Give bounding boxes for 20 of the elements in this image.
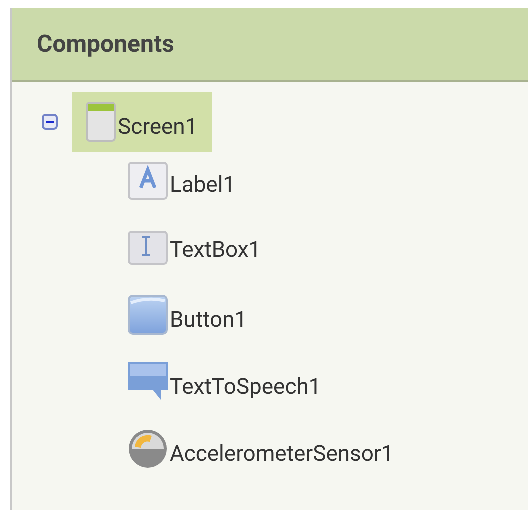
node-label: TextBox1 <box>170 236 262 264</box>
node-label: Screen1 <box>118 114 198 142</box>
panel-title: Components <box>37 29 174 60</box>
tree-node[interactable]: AccelerometerSensor1 <box>114 418 408 478</box>
tree-node[interactable]: TextToSpeech1 <box>114 352 336 412</box>
tree-node[interactable]: TextBox1 <box>114 220 276 274</box>
gauge-icon <box>128 428 168 468</box>
speech-bubble-icon <box>128 362 168 402</box>
tree-node[interactable]: Screen1 <box>72 92 212 152</box>
node-label: AccelerometerSensor1 <box>170 440 394 468</box>
node-label: Label1 <box>170 172 236 200</box>
button-icon <box>128 294 168 334</box>
screen-icon <box>86 102 116 142</box>
letter-a-icon <box>128 162 168 200</box>
node-label: TextToSpeech1 <box>170 374 322 402</box>
node-label: Button1 <box>170 306 248 334</box>
text-cursor-icon <box>128 230 168 264</box>
collapse-toggle[interactable] <box>42 114 58 130</box>
tree-node[interactable]: Button1 <box>114 284 262 344</box>
tree-node[interactable]: Label1 <box>114 152 250 210</box>
